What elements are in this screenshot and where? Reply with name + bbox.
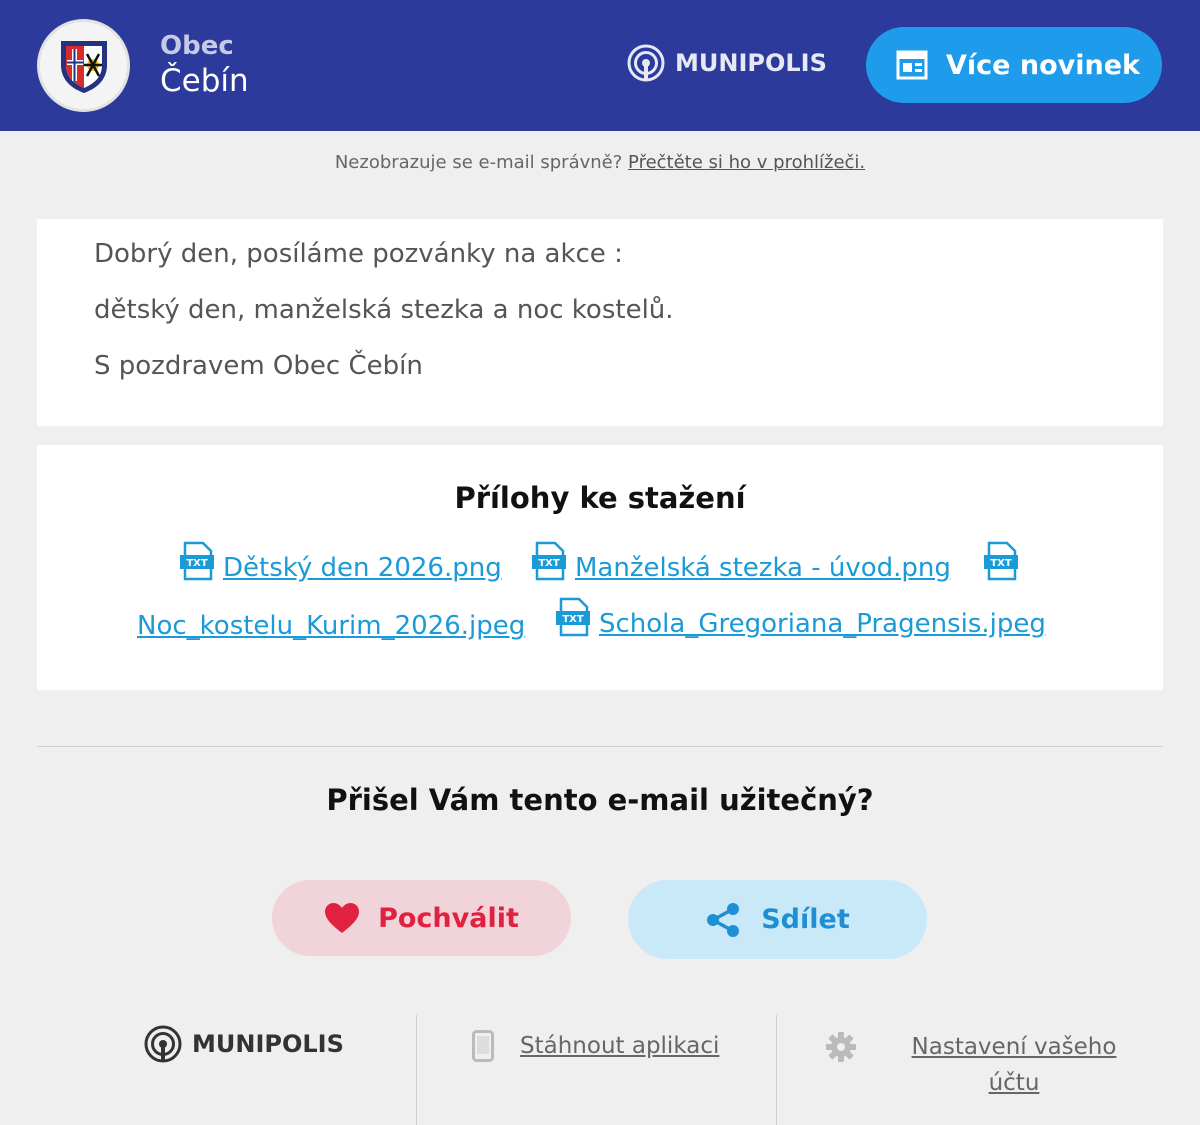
broadcast-icon [627, 44, 665, 82]
share-button[interactable]: Sdílet [628, 880, 927, 959]
download-app-label: Stáhnout aplikaci [520, 1033, 720, 1059]
txt-icon-label: TXT [538, 558, 560, 569]
notice-text: Nezobrazuje se e-mail správně? [334, 152, 623, 173]
munipolis-logo-header[interactable]: MUNIPOLIS [627, 44, 827, 82]
coat-of-arms-icon [60, 40, 107, 93]
newspaper-icon [896, 50, 928, 80]
attachment-item[interactable]: TXT Schola_Gregoriana_Pragensis.jpeg [555, 597, 1046, 637]
attachment-link[interactable]: Noc_kostelu_Kurim_2026.jpeg [137, 613, 525, 639]
munipolis-logo-footer[interactable]: MUNIPOLIS [144, 1025, 344, 1063]
message-line-2: dětský den, manželská stezka a noc koste… [94, 295, 674, 325]
txt-file-icon: TXT [984, 541, 1018, 581]
attachment-item[interactable]: TXT Manželská stezka - úvod.png [531, 541, 951, 581]
praise-button[interactable]: Pochválit [272, 880, 571, 956]
feedback-question: Přišel Vám tento e-mail užitečný? [326, 783, 874, 817]
share-icon [707, 902, 740, 937]
txt-file-icon: TXT [180, 541, 214, 581]
txt-icon-label: TXT [186, 558, 208, 569]
share-label: Sdílet [761, 904, 850, 935]
divider [37, 746, 1163, 747]
attachments-card: Přílohy ke stažení TXT Dětský den 2026.p… [37, 445, 1163, 690]
praise-label: Pochválit [378, 902, 519, 934]
town-logo[interactable] [37, 19, 130, 112]
more-news-button[interactable]: Více novinek [866, 27, 1162, 103]
broadcast-icon [144, 1025, 182, 1063]
message-card: Dobrý den, posíláme pozvánky na akce : d… [37, 219, 1163, 426]
brand-name: MUNIPOLIS [675, 49, 827, 77]
settings-label-line2: účtu [988, 1070, 1040, 1096]
attachment-link[interactable]: Dětský den 2026.png [223, 555, 502, 581]
attachment-link[interactable]: Schola_Gregoriana_Pragensis.jpeg [599, 611, 1046, 637]
attachment-link[interactable]: Manželská stezka - úvod.png [575, 555, 951, 581]
attachment-item[interactable]: TXT [983, 541, 1019, 581]
footer-brand-name: MUNIPOLIS [192, 1030, 344, 1058]
footer-divider [776, 1015, 777, 1125]
txt-file-icon: TXT [556, 597, 590, 637]
txt-icon-label: TXT [990, 558, 1012, 569]
footer-divider [416, 1015, 417, 1125]
attachment-item[interactable]: TXT Dětský den 2026.png [179, 541, 502, 581]
browser-view-notice: Nezobrazuje se e-mail správně? Přečtěte … [0, 152, 1200, 173]
heart-icon [325, 903, 360, 933]
more-news-label: Více novinek [946, 49, 1140, 81]
town-prefix: Obec [160, 31, 234, 61]
view-in-browser-link[interactable]: Přečtěte si ho v prohlížeči. [628, 152, 865, 173]
message-line-3: S pozdravem Obec Čebín [94, 351, 423, 381]
gear-icon [826, 1032, 856, 1062]
attachments-title: Přílohy ke stažení [454, 481, 746, 515]
txt-file-icon: TXT [532, 541, 566, 581]
town-name: Čebín [160, 63, 249, 99]
message-line-1: Dobrý den, posíláme pozvánky na akce : [94, 239, 623, 269]
txt-icon-label: TXT [562, 614, 584, 625]
phone-icon [472, 1030, 494, 1062]
attachment-item[interactable]: Noc_kostelu_Kurim_2026.jpeg [137, 613, 525, 639]
download-app-link[interactable]: Stáhnout aplikaci [472, 1030, 719, 1062]
account-settings-link[interactable]: Nastavení vašeho účtu [825, 1030, 1145, 1102]
settings-label-line1: Nastavení vašeho [911, 1034, 1117, 1060]
header: Obec Čebín MUNIPOLIS Více novinek [0, 0, 1200, 131]
